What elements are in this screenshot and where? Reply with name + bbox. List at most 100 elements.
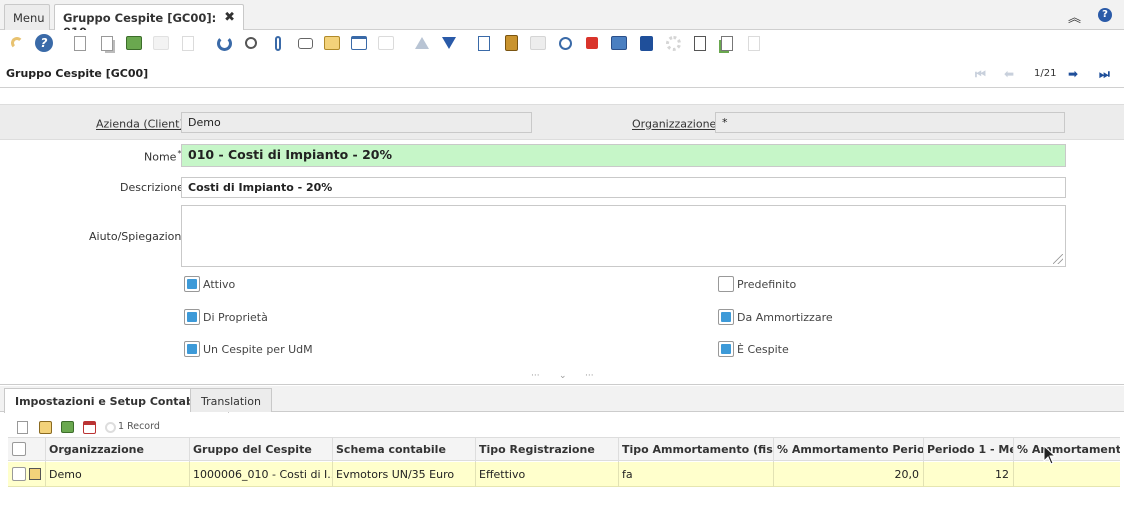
- grid-cell[interactable]: Evmotors UN/35 Euro: [333, 462, 476, 487]
- grid-cell[interactable]: Effettivo: [476, 462, 619, 487]
- refresh-icon[interactable]: [214, 33, 234, 53]
- owned-checkbox-label: Di Proprietà: [203, 311, 268, 324]
- grid-cell[interactable]: [1014, 462, 1120, 487]
- active-checkbox[interactable]: [184, 276, 200, 292]
- window-tab-strip: Menu Gruppo Cespite [GC00]: 010 ... ✖ ︽ …: [0, 0, 1124, 39]
- grid-header: Organizzazione Gruppo del Cespite Schema…: [8, 437, 1120, 462]
- last-record-icon[interactable]: ⏭: [1099, 67, 1110, 82]
- report-icon[interactable]: [474, 33, 494, 53]
- column-header[interactable]: Tipo Registrazione: [476, 438, 619, 462]
- zoom-across-icon[interactable]: [555, 33, 575, 53]
- column-header[interactable]: Schema contabile: [333, 438, 476, 462]
- one-asset-per-uom-checkbox[interactable]: [184, 341, 200, 357]
- row-select-cell[interactable]: [8, 462, 46, 487]
- export-icon[interactable]: [717, 33, 737, 53]
- depreciate-checkbox[interactable]: [718, 309, 734, 325]
- name-field[interactable]: 010 - Costi di Impianto - 20%: [181, 144, 1066, 167]
- splitter-toggle-icon[interactable]: ⌄: [559, 371, 567, 381]
- undo-icon[interactable]: [7, 33, 27, 53]
- next-record-icon[interactable]: ➡: [1068, 67, 1078, 81]
- resize-grip-icon[interactable]: [1053, 254, 1063, 264]
- select-all-checkbox[interactable]: [12, 442, 26, 456]
- parent-record-icon[interactable]: [376, 33, 396, 53]
- one-asset-per-uom-label: Un Cespite per UdM: [203, 343, 313, 356]
- detail-grid: Organizzazione Gruppo del Cespite Schema…: [8, 437, 1120, 488]
- mouse-cursor-icon: [1043, 445, 1057, 465]
- close-tab-icon[interactable]: ✖: [224, 10, 235, 25]
- is-asset-checkbox-label: È Cespite: [737, 343, 789, 356]
- help-label: Aiuto/Spiegazione: [89, 230, 189, 243]
- tab-gruppo-cespite[interactable]: Gruppo Cespite [GC00]: 010 ... ✖: [54, 4, 244, 39]
- edit-record-icon[interactable]: [35, 417, 55, 437]
- tab-menu-label: Menu: [13, 11, 45, 25]
- grid-toggle-icon[interactable]: [322, 33, 342, 53]
- column-header[interactable]: % Ammortamento Periodo 1: [774, 438, 924, 462]
- delete-icon[interactable]: [57, 417, 77, 437]
- detail-record-icon[interactable]: [349, 33, 369, 53]
- tab-menu[interactable]: Menu: [4, 4, 50, 30]
- grid-cell[interactable]: 12: [924, 462, 1014, 487]
- new-record-icon[interactable]: [70, 33, 90, 53]
- collapse-up-icon[interactable]: ︽: [1068, 7, 1081, 26]
- new-record-icon[interactable]: [12, 417, 32, 437]
- column-header[interactable]: Gruppo del Cespite: [190, 438, 333, 462]
- tab-translation[interactable]: Translation: [190, 388, 272, 412]
- copy-record-icon[interactable]: [97, 33, 117, 53]
- print-icon[interactable]: [528, 33, 548, 53]
- column-header[interactable]: Tipo Ammortamento (fiscale): [619, 438, 774, 462]
- active-checkbox-label: Attivo: [203, 278, 236, 291]
- active-workflows-icon[interactable]: [609, 33, 629, 53]
- next-record-icon[interactable]: [439, 33, 459, 53]
- archive-icon[interactable]: [501, 33, 521, 53]
- grid-cell[interactable]: 1000006_010 - Costi di I...: [190, 462, 333, 487]
- help-textarea[interactable]: [181, 205, 1066, 267]
- description-field[interactable]: Costi di Impianto - 20%: [181, 177, 1066, 198]
- header-select-cell[interactable]: [8, 438, 46, 462]
- request-icon[interactable]: [636, 33, 656, 53]
- column-header[interactable]: Periodo 1 - Mesi: [924, 438, 1014, 462]
- row-checkbox[interactable]: [12, 467, 26, 481]
- delete-icon[interactable]: [124, 33, 144, 53]
- process-icon[interactable]: [690, 33, 710, 53]
- previous-record-icon[interactable]: ⬅: [1004, 67, 1014, 81]
- delete-selection-icon[interactable]: [151, 33, 171, 53]
- page-title: Gruppo Cespite [GC00]: [6, 67, 149, 80]
- first-record-icon[interactable]: ⏮: [975, 67, 986, 82]
- find-icon[interactable]: [241, 33, 261, 53]
- client-field: Demo: [181, 112, 532, 133]
- owned-checkbox[interactable]: [184, 309, 200, 325]
- detail-toolbar: 1 Record: [0, 416, 1124, 438]
- panel-splitter[interactable]: ··· ⌄ ···: [0, 371, 1124, 385]
- grid-cell[interactable]: Demo: [46, 462, 190, 487]
- record-title-bar: Gruppo Cespite [GC00] ⏮ ⬅ 1/21 ➡ ⏭: [0, 58, 1124, 88]
- depreciate-checkbox-label: Da Ammortizzare: [737, 311, 833, 324]
- description-label: Descrizione: [120, 181, 184, 194]
- help-icon[interactable]: ?: [1098, 8, 1112, 22]
- grid-cell[interactable]: 20,0: [774, 462, 924, 487]
- is-asset-checkbox[interactable]: [718, 341, 734, 357]
- column-header[interactable]: % Ammortamento P: [1014, 438, 1120, 462]
- column-header[interactable]: Organizzazione: [46, 438, 190, 462]
- previous-record-icon[interactable]: [412, 33, 432, 53]
- splitter-grip-left-icon: ···: [531, 371, 540, 381]
- workflow-icon[interactable]: [582, 33, 602, 53]
- record-count-icon: [100, 417, 120, 437]
- splitter-grip-right-icon: ···: [585, 371, 594, 381]
- edit-row-icon[interactable]: [29, 468, 41, 480]
- default-checkbox-label: Predefinito: [737, 278, 797, 291]
- org-label[interactable]: Organizzazione*: [632, 116, 721, 131]
- save-icon[interactable]: [79, 417, 99, 437]
- client-label[interactable]: Azienda (Client)*: [96, 116, 189, 131]
- product-info-icon[interactable]: [663, 33, 683, 53]
- save-icon[interactable]: [178, 33, 198, 53]
- import-icon[interactable]: [744, 33, 764, 53]
- table-row[interactable]: Demo 1000006_010 - Costi di I... Evmotor…: [8, 462, 1120, 487]
- detail-tab-strip: Impostazioni e Setup Contabilità Transla…: [0, 386, 1124, 413]
- help-icon[interactable]: ?: [34, 33, 54, 53]
- org-field: *: [715, 112, 1065, 133]
- name-label: Nome*: [144, 149, 182, 164]
- chat-icon[interactable]: [295, 33, 315, 53]
- grid-cell[interactable]: fa: [619, 462, 774, 487]
- attachment-icon[interactable]: [268, 33, 288, 53]
- default-checkbox[interactable]: [718, 276, 734, 292]
